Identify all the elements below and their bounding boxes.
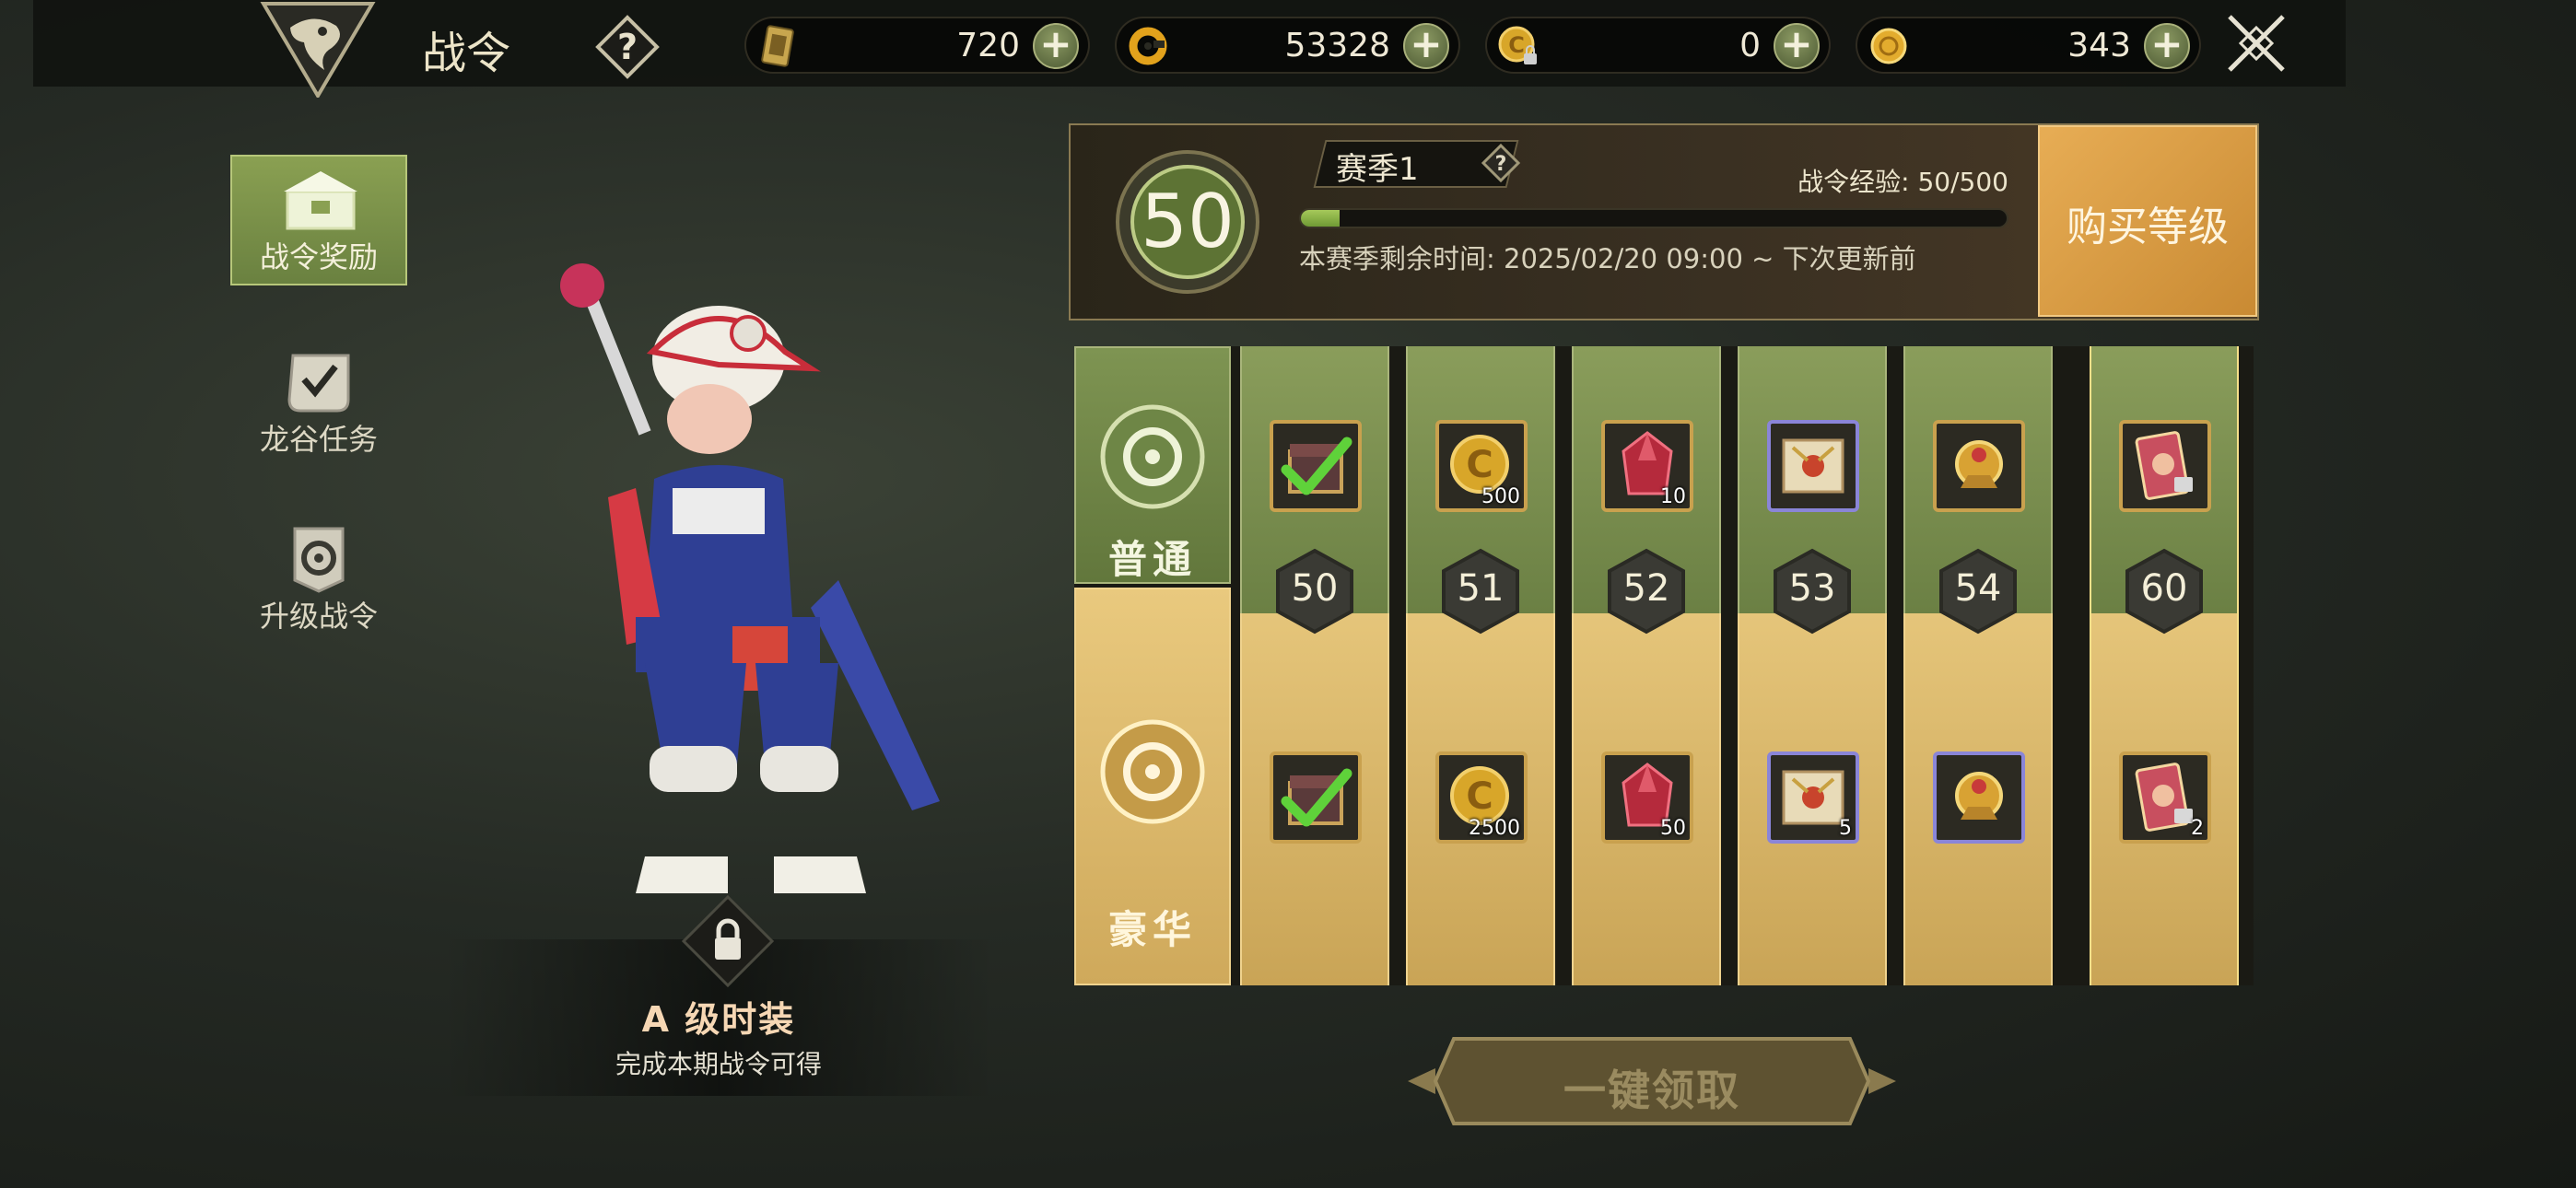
tier-column: 普通 豪华 [1074,346,1231,985]
reward-level-number: 50 [1291,567,1339,610]
reward-column-level-52: 10 50 52 [1572,346,1721,985]
dragon-emblem-icon [260,1,376,98]
reward-level-number: 51 [1457,567,1505,610]
reward-column-level-60: 2 60 [2090,346,2239,985]
season-help-icon[interactable]: ? [1481,144,1520,182]
sidebar-item-upgrade[interactable]: 升级战令 [230,512,407,643]
currency-gold-coin: 343 + [1856,17,2201,74]
reward-column-level-53: 5 53 [1738,346,1887,985]
close-icon[interactable] [2222,9,2290,77]
sidebar-item-label: 战令奖励 [259,239,378,274]
currency-card-ticket: 720 + [744,17,1090,74]
loot-chest-icon [1281,768,1352,827]
exp-progress-bar [1299,208,2008,228]
reward-level-number: 52 [1622,567,1670,610]
reward-column-level-51: C 500 C 2500 51 [1406,346,1555,985]
currency-value: 343 [2067,27,2131,64]
reward-item-deluxe[interactable]: C 2500 [1435,751,1528,844]
lock-icon [681,894,775,988]
fashion-title: A 级时装 [641,999,796,1040]
card-ticket-icon [761,25,794,67]
reward-grid: 普通 豪华 50 C 500 C 2500 51 10 50 52 5 53 54 2 60 [1074,346,2254,985]
tier-deluxe-label: 豪华 [1107,907,1197,952]
reward-quantity: 2 [2191,817,2204,840]
currency-locked-coin: C 0 + [1485,17,1831,74]
season-name: 赛季1 [1336,151,1419,188]
deluxe-tier-emblem-icon [1100,719,1205,824]
reward-quantity: 10 [1660,485,1686,508]
scroll-check-icon [287,354,350,413]
gold-coin-icon [1870,28,1907,64]
reward-item-normal[interactable] [2119,420,2211,512]
reward-chest-icon [284,171,357,230]
reward-item-normal[interactable]: 10 [1601,420,1693,512]
buy-level-label[interactable]: 购买等级 [2038,193,2257,252]
sidebar-item-label: 升级战令 [259,599,378,634]
reward-item-normal[interactable] [1933,420,2025,512]
reward-item-normal[interactable] [1270,420,1362,512]
currency-value: 53328 [1284,27,1390,64]
reward-item-deluxe[interactable]: 2 [2119,751,2211,844]
svg-text:C: C [1508,32,1525,58]
reward-level-number: 53 [1788,567,1836,610]
upgrade-pass-icon [293,527,345,593]
add-locked-coin-button[interactable]: + [1774,23,1820,69]
help-icon[interactable]: ? [595,15,660,79]
reward-quantity: 50 [1660,817,1686,840]
sidebar-item-rewards[interactable]: 战令奖励 [230,155,407,285]
exp-progress-fill [1301,210,1341,227]
fashion-subtitle: 完成本期战令可得 [615,1049,822,1079]
reward-item-deluxe[interactable]: 50 [1601,751,1693,844]
reward-item-normal[interactable] [1767,420,1859,512]
exp-text: 战令经验: 50/500 [1797,167,2008,197]
gold-ring-coin-icon [1129,27,1167,65]
season-remaining-time: 本赛季剩余时间: 2025/02/20 09:00 ~ 下次更新前 [1299,243,1916,274]
reward-level-number: 54 [1954,567,2002,610]
sidebar-item-tasks[interactable]: 龙谷任务 [230,335,407,466]
reward-quantity: 5 [1839,817,1852,840]
svg-text:?: ? [1495,153,1507,176]
loot-chest-icon [1281,437,1352,495]
character-model [560,263,940,893]
svg-text:?: ? [617,27,638,67]
currency-value: 0 [1739,27,1761,64]
gold-emblem-icon [1955,772,2003,820]
reward-quantity: 500 [1481,485,1520,508]
currency-gold-ring: 53328 + [1115,17,1460,74]
page-title: 战令 [422,28,511,79]
locked-coin-icon: C [1498,26,1537,64]
tier-normal-label: 普通 [1107,537,1197,582]
gold-emblem-icon [1955,440,2003,488]
normal-tier-emblem-icon [1100,404,1205,509]
add-card-ticket-button[interactable]: + [1033,23,1079,69]
add-gold-ring-button[interactable]: + [1403,23,1449,69]
reward-item-deluxe[interactable] [1270,751,1362,844]
level-number: 50 [1141,179,1235,264]
reward-column-level-50: 50 [1240,346,1389,985]
reward-item-deluxe[interactable] [1933,751,2025,844]
reward-column-level-54: 54 [1903,346,2053,985]
svg-text:C: C [1466,444,1493,486]
add-gold-coin-button[interactable]: + [2144,23,2190,69]
reward-quantity: 2500 [1469,817,1520,840]
claim-all-label[interactable]: 一键领取 [1408,1057,1896,1118]
reward-level-number: 60 [2140,567,2188,610]
scroll-map-icon [1782,438,1844,494]
svg-text:C: C [1466,775,1493,818]
sidebar-item-label: 龙谷任务 [259,422,378,457]
locked-card-icon [2135,431,2193,500]
reward-item-normal[interactable]: C 500 [1435,420,1528,512]
currency-value: 720 [956,27,1020,64]
reward-item-deluxe[interactable]: 5 [1767,751,1859,844]
